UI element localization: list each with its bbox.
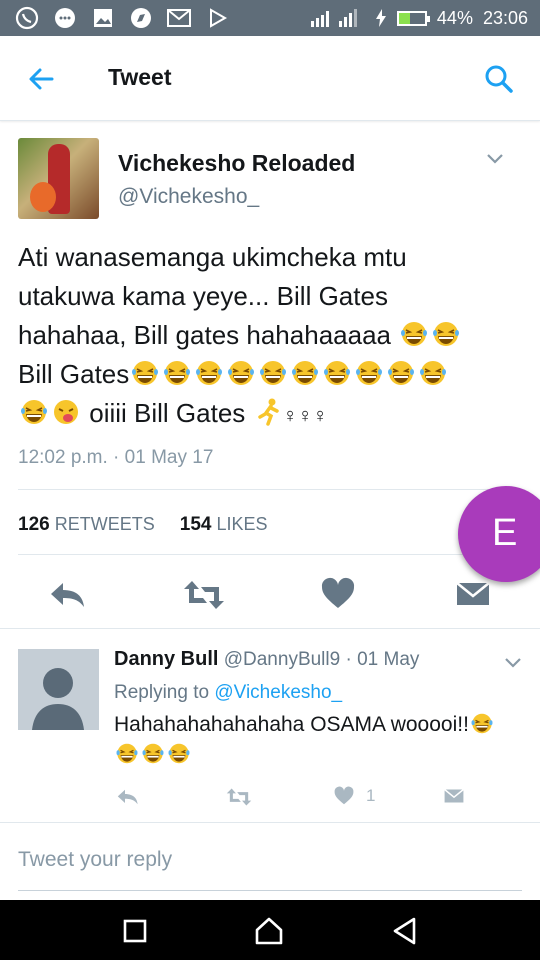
retweets-label[interactable]: RETWEETS	[55, 514, 155, 534]
avatar[interactable]	[18, 649, 99, 730]
input-underline	[18, 890, 522, 891]
heart-icon[interactable]	[320, 577, 360, 613]
running-woman-icon	[253, 398, 283, 428]
laughing-emoji-icon	[469, 713, 495, 734]
home-icon[interactable]	[252, 914, 286, 948]
laughing-emoji-icon	[129, 358, 161, 385]
back-icon[interactable]	[388, 914, 422, 948]
laughing-emoji-icon	[166, 743, 192, 764]
status-bar: 44% 23:06	[0, 0, 540, 36]
battery-icon	[396, 10, 430, 26]
laughing-emoji-icon	[398, 319, 430, 346]
floating-action-button[interactable]: E	[458, 486, 540, 582]
chevron-down-icon[interactable]	[486, 152, 504, 164]
laughing-emoji-icon	[321, 358, 353, 385]
charging-icon	[375, 9, 386, 27]
reply-author-name[interactable]: Danny Bull	[114, 648, 218, 670]
laughing-emoji-icon	[193, 358, 225, 385]
battery-percent: 44%	[436, 7, 473, 28]
tweet-line: Bill Gates	[18, 355, 523, 394]
tweet-timestamp: 12:02 p.m. · 01 May 17	[18, 447, 214, 468]
gmail-icon	[166, 5, 192, 31]
reply-handle-date: @DannyBull9 · 01 May	[223, 649, 420, 670]
page-title: Tweet	[108, 64, 172, 90]
author-handle[interactable]: @Vichekesho_	[118, 185, 259, 209]
tongue-emoji-icon	[50, 397, 82, 424]
retweets-count[interactable]: 126	[18, 514, 50, 535]
replying-to: Replying to @Vichekesho_	[114, 682, 343, 703]
laughing-emoji-icon	[289, 358, 321, 385]
divider	[0, 822, 540, 823]
likes-label[interactable]: LIKES	[216, 514, 267, 534]
laughing-emoji-icon	[161, 358, 193, 385]
play-store-icon	[204, 5, 230, 31]
divider	[18, 554, 522, 555]
female-signs: ♀♀♀	[282, 405, 328, 427]
laughing-emoji-icon	[257, 358, 289, 385]
author-name[interactable]: Vichekesho Reloaded	[118, 150, 355, 177]
tweet-line: oiiii Bill Gates ♀♀♀	[18, 394, 523, 436]
reply-text: Hahahahahahahaha OSAMA wooooi!!	[114, 710, 524, 770]
app-bar: Tweet	[0, 36, 540, 121]
clock: 23:06	[482, 7, 528, 28]
reply-compose-input[interactable]: Tweet your reply	[18, 848, 172, 872]
divider	[18, 489, 522, 490]
message-icon[interactable]	[443, 786, 465, 810]
likes-count[interactable]: 154	[180, 514, 212, 535]
whatsapp-icon	[14, 5, 40, 31]
laughing-emoji-icon	[140, 743, 166, 764]
tweet-actions	[0, 577, 540, 617]
reply-like-count: 1	[366, 786, 376, 805]
laughing-emoji-icon	[385, 358, 417, 385]
laughing-emoji-icon	[225, 358, 257, 385]
signal-icon	[310, 9, 357, 27]
replying-to-link[interactable]: @Vichekesho_	[214, 682, 342, 703]
recent-apps-icon[interactable]	[118, 914, 152, 948]
tweet-line: Ati wanasemanga ukimcheka mtu	[18, 242, 407, 272]
tweet-stats: 126 RETWEETS 154 LIKES	[18, 514, 268, 536]
back-arrow-icon[interactable]	[24, 62, 58, 96]
laughing-emoji-icon	[18, 397, 50, 424]
laughing-emoji-icon	[430, 319, 462, 346]
divider	[0, 628, 540, 629]
search-icon[interactable]	[482, 62, 516, 96]
message-icon[interactable]	[455, 577, 495, 613]
laughing-emoji-icon	[353, 358, 385, 385]
chevron-down-icon[interactable]	[504, 656, 522, 668]
reply-icon[interactable]	[48, 577, 88, 613]
gallery-icon	[90, 5, 116, 31]
reply-header: Danny Bull @DannyBull9 · 01 May	[114, 648, 419, 671]
notification-icons	[14, 5, 230, 31]
retweet-icon[interactable]	[225, 786, 253, 810]
chat-bubble-icon	[52, 5, 78, 31]
reply-icon[interactable]	[116, 786, 140, 810]
heart-icon[interactable]	[333, 786, 355, 810]
compass-icon	[128, 5, 154, 31]
laughing-emoji-icon	[417, 358, 449, 385]
tweet-line: hahahaa, Bill gates hahahaaaaa	[18, 316, 523, 355]
avatar[interactable]	[18, 138, 99, 219]
laughing-emoji-icon	[114, 743, 140, 764]
tweet-line: utakuwa kama yeye... Bill Gates	[18, 281, 388, 311]
tweet-text: Ati wanasemanga ukimcheka mtu utakuwa ka…	[18, 238, 523, 436]
retweet-icon[interactable]	[182, 577, 224, 613]
reply-tweet[interactable]: Danny Bull @DannyBull9 · 01 May Replying…	[0, 630, 540, 822]
android-nav-bar	[0, 900, 540, 960]
